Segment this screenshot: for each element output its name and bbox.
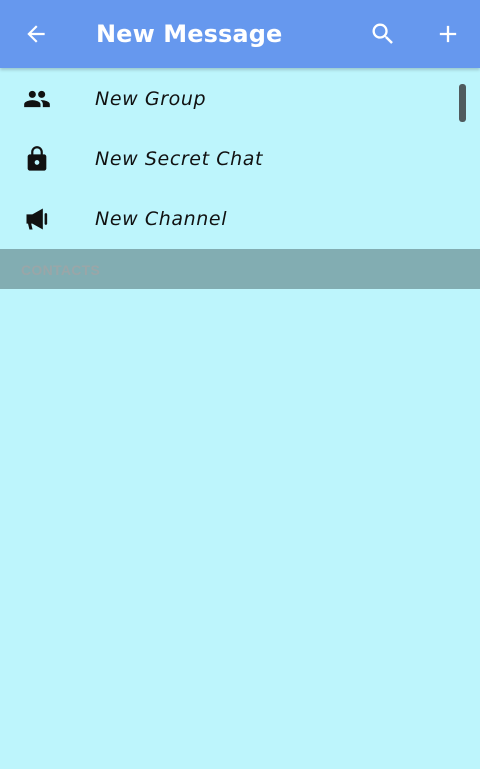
search-button[interactable] (369, 20, 397, 48)
megaphone-icon (23, 205, 51, 233)
app-bar: New Message (0, 0, 480, 68)
page-title: New Message (96, 20, 283, 48)
new-secret-chat-label: New Secret Chat (95, 148, 264, 170)
plus-icon (439, 25, 457, 43)
new-channel-label: New Channel (95, 208, 228, 230)
new-channel-item[interactable]: New Channel (0, 188, 480, 248)
new-group-label: New Group (95, 88, 207, 110)
contacts-header-label: CONTACTS (21, 262, 101, 278)
add-button[interactable] (434, 20, 462, 48)
lock-icon (23, 145, 51, 173)
search-icon (372, 23, 393, 44)
scrollbar[interactable] (459, 84, 466, 122)
arrow-left-icon (27, 25, 45, 43)
group-icon (23, 85, 51, 113)
new-secret-chat-item[interactable]: New Secret Chat (0, 128, 480, 188)
new-message-menu: New Group New Secret Chat New Channel (0, 68, 480, 248)
new-group-item[interactable]: New Group (0, 68, 480, 128)
back-button[interactable] (22, 20, 50, 48)
contacts-section-header: CONTACTS (0, 249, 480, 289)
